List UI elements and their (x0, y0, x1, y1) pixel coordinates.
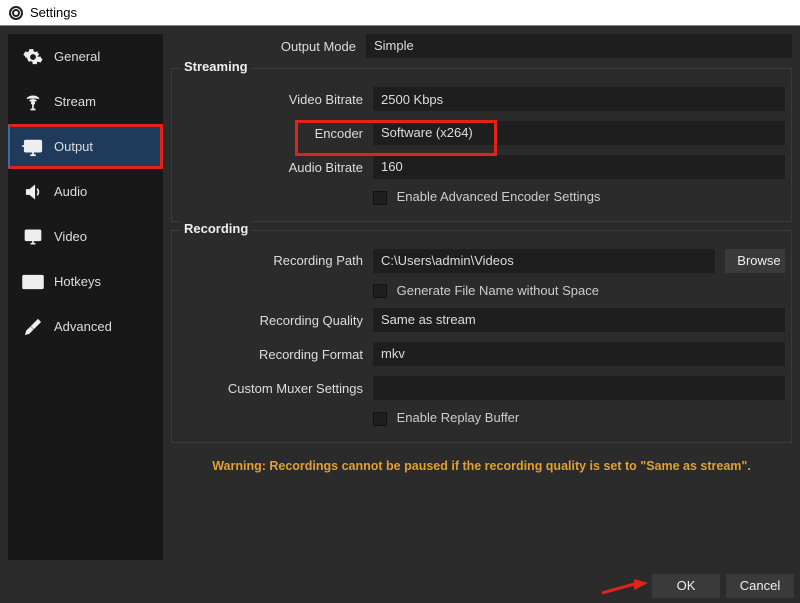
replay-buffer-checkbox[interactable] (373, 412, 387, 426)
antenna-icon (22, 91, 44, 113)
sidebar-item-general[interactable]: General (8, 34, 163, 79)
sidebar-item-video[interactable]: Video (8, 214, 163, 259)
streaming-title: Streaming (180, 59, 252, 74)
sidebar-item-stream[interactable]: Stream (8, 79, 163, 124)
sidebar-item-label: Output (54, 139, 93, 154)
tools-icon (22, 316, 44, 338)
warning-text: Warning: Recordings cannot be paused if … (171, 459, 792, 473)
gear-icon (22, 46, 44, 68)
output-mode-label: Output Mode (171, 39, 366, 54)
encoder-select[interactable]: Software (x264) (373, 121, 785, 145)
window-title: Settings (30, 5, 77, 20)
video-bitrate-input[interactable] (373, 87, 785, 111)
sidebar-item-audio[interactable]: Audio (8, 169, 163, 214)
muxer-input[interactable] (373, 376, 785, 400)
sidebar: General Stream Output Audio Video (8, 34, 163, 560)
adv-encoder-label: Enable Advanced Encoder Settings (397, 189, 601, 204)
cancel-button[interactable]: Cancel (726, 574, 794, 598)
sidebar-item-output[interactable]: Output (8, 124, 163, 169)
sidebar-item-label: General (54, 49, 100, 64)
audio-bitrate-select[interactable]: 160 (373, 155, 785, 179)
muxer-label: Custom Muxer Settings (178, 381, 373, 396)
output-icon (22, 136, 44, 158)
gen-no-space-label: Generate File Name without Space (397, 283, 599, 298)
speaker-icon (22, 181, 44, 203)
gen-no-space-checkbox[interactable] (373, 284, 387, 298)
browse-button[interactable]: Browse (725, 249, 785, 273)
audio-bitrate-label: Audio Bitrate (178, 160, 373, 175)
recording-path-label: Recording Path (178, 253, 373, 268)
recording-quality-select[interactable]: Same as stream (373, 308, 785, 332)
recording-group: Recording Recording Path Browse Generate… (171, 230, 792, 443)
video-bitrate-label: Video Bitrate (178, 92, 373, 107)
replay-buffer-label: Enable Replay Buffer (397, 410, 520, 425)
arrow-annotation-icon (600, 577, 652, 597)
main-panel: Output Mode Simple Streaming Video Bitra… (171, 34, 792, 560)
recording-format-select[interactable]: mkv (373, 342, 785, 366)
recording-format-label: Recording Format (178, 347, 373, 362)
sidebar-item-label: Audio (54, 184, 87, 199)
footer: OK Cancel (0, 568, 800, 603)
output-mode-select[interactable]: Simple (366, 34, 792, 58)
monitor-icon (22, 226, 44, 248)
keyboard-icon (22, 271, 44, 293)
app-icon (8, 5, 24, 21)
adv-encoder-checkbox[interactable] (373, 191, 387, 205)
sidebar-item-label: Stream (54, 94, 96, 109)
encoder-label: Encoder (178, 126, 373, 141)
sidebar-item-label: Advanced (54, 319, 112, 334)
sidebar-item-hotkeys[interactable]: Hotkeys (8, 259, 163, 304)
recording-quality-label: Recording Quality (178, 313, 373, 328)
titlebar: Settings (0, 0, 800, 26)
streaming-group: Streaming Video Bitrate Encoder Software… (171, 68, 792, 222)
sidebar-item-label: Hotkeys (54, 274, 101, 289)
ok-button[interactable]: OK (652, 574, 720, 598)
sidebar-item-advanced[interactable]: Advanced (8, 304, 163, 349)
recording-path-input[interactable] (373, 249, 715, 273)
content-area: General Stream Output Audio Video (0, 26, 800, 568)
recording-title: Recording (180, 221, 252, 236)
sidebar-item-label: Video (54, 229, 87, 244)
output-mode-row: Output Mode Simple (171, 34, 792, 58)
